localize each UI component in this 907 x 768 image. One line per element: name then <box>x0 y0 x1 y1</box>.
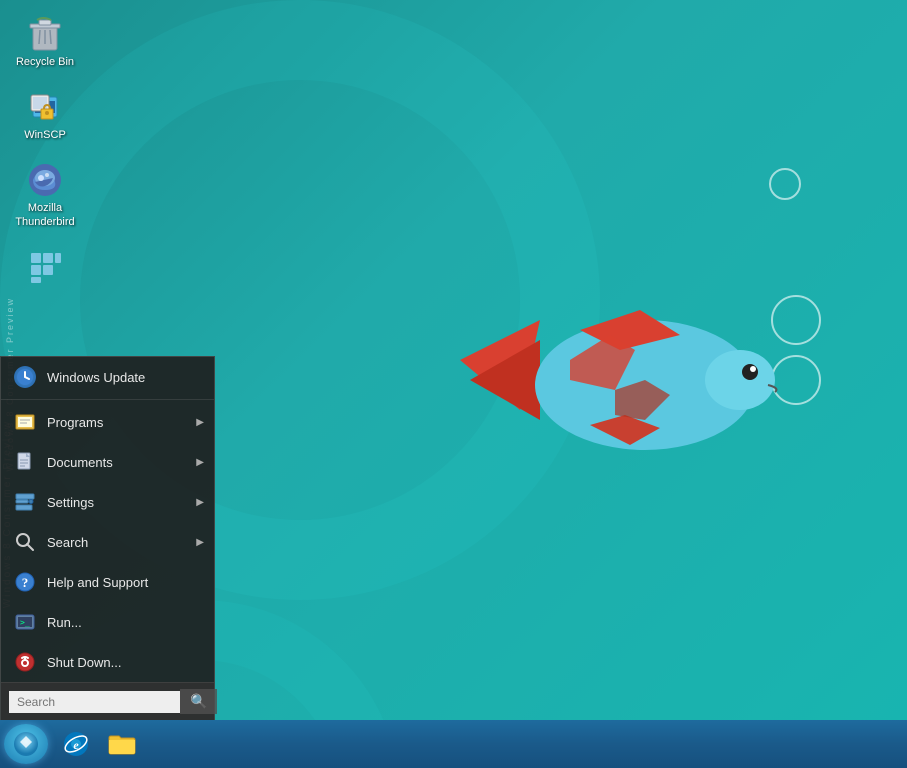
taskbar-ie-button[interactable]: e <box>54 724 98 764</box>
submenu-arrow: ▶ <box>196 537 204 548</box>
menu-separator-1 <box>1 399 214 400</box>
grid-app-icon <box>25 247 65 287</box>
settings-icon <box>13 490 37 514</box>
documents-icon <box>13 450 37 474</box>
desktop-icon-grid-app[interactable] <box>10 243 80 291</box>
taskbar: e <box>0 720 907 768</box>
start-menu-search-bar: 🔍 <box>1 682 214 720</box>
winscp-icon <box>25 87 65 127</box>
recycle-bin-label: Recycle Bin <box>16 56 74 69</box>
start-menu: Windows Update Programs ▶ <box>0 356 215 720</box>
start-menu-item-label: Help and Support <box>47 575 148 590</box>
start-menu-item-settings[interactable]: Settings ▶ <box>1 482 214 522</box>
submenu-arrow: ▶ <box>196 457 204 468</box>
start-menu-item-shutdown[interactable]: Shut Down... <box>1 642 214 682</box>
search-icon <box>13 530 37 554</box>
start-menu-item-label: Documents <box>47 455 113 470</box>
start-button[interactable] <box>4 724 48 764</box>
start-menu-item-search[interactable]: Search ▶ <box>1 522 214 562</box>
taskbar-explorer-button[interactable] <box>100 724 144 764</box>
start-menu-item-documents[interactable]: Documents ▶ <box>1 442 214 482</box>
start-menu-item-label: Search <box>47 535 88 550</box>
submenu-arrow: ▶ <box>196 417 204 428</box>
start-menu-item-label: Shut Down... <box>47 655 121 670</box>
start-menu-item-label: Run... <box>47 615 82 630</box>
start-menu-item-label: Windows Update <box>47 370 145 385</box>
start-menu-item-help-support[interactable]: ? Help and Support <box>1 562 214 602</box>
desktop-icon-thunderbird[interactable]: Mozilla Thunderbird <box>10 156 80 232</box>
thunderbird-icon <box>25 160 65 200</box>
desktop: Recycle Bin WinSCP <box>0 0 907 768</box>
circle-decoration-small <box>769 168 801 200</box>
desktop-icon-recycle-bin[interactable]: Recycle Bin <box>10 10 80 73</box>
recycle-bin-icon <box>25 14 65 54</box>
start-menu-search-input[interactable] <box>9 691 180 713</box>
start-menu-item-label: Programs <box>47 415 103 430</box>
winscp-label: WinSCP <box>24 129 66 142</box>
shutdown-icon <box>13 650 37 674</box>
svg-text:e: e <box>73 738 79 752</box>
help-icon: ? <box>13 570 37 594</box>
desktop-icons: Recycle Bin WinSCP <box>10 10 80 291</box>
start-menu-item-programs[interactable]: Programs ▶ <box>1 402 214 442</box>
desktop-icon-winscp[interactable]: WinSCP <box>10 83 80 146</box>
start-menu-item-label: Settings <box>47 495 94 510</box>
run-icon: >_ <box>13 610 37 634</box>
svg-text:?: ? <box>22 575 29 590</box>
thunderbird-label: Mozilla Thunderbird <box>15 202 74 228</box>
start-menu-item-run[interactable]: >_ Run... <box>1 602 214 642</box>
submenu-arrow: ▶ <box>196 497 204 508</box>
start-menu-search-button[interactable]: 🔍 <box>180 689 217 714</box>
fish-illustration <box>460 280 810 515</box>
svg-text:>_: >_ <box>20 618 30 627</box>
programs-icon <box>13 410 37 434</box>
windows-update-icon <box>13 365 37 389</box>
start-menu-item-windows-update[interactable]: Windows Update <box>1 357 214 397</box>
